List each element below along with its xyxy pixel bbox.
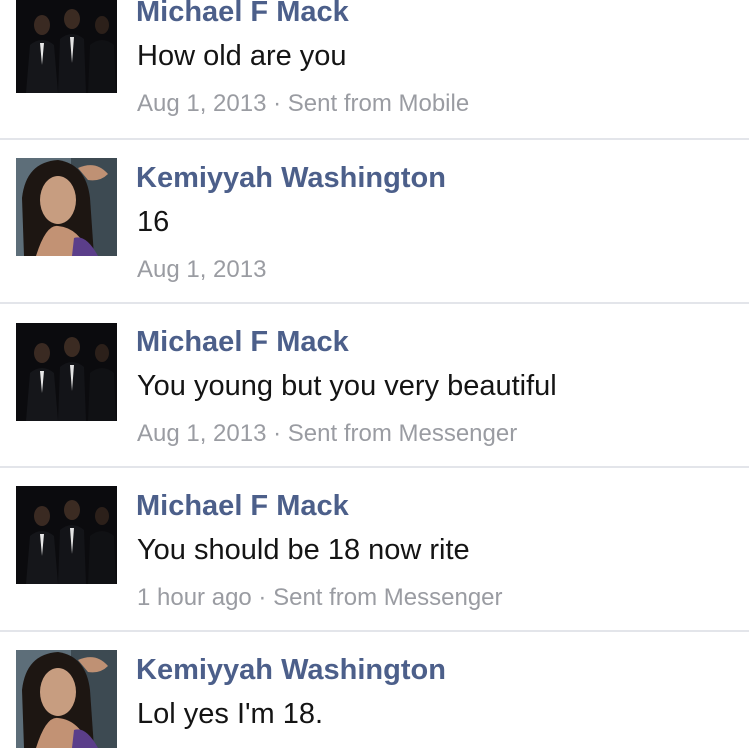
message-meta: 1 hour ago · Sent from Messenger bbox=[137, 584, 503, 612]
message-text: Lol yes I'm 18. bbox=[137, 698, 324, 730]
avatar-michael[interactable] bbox=[16, 0, 117, 93]
sender-name[interactable]: Michael F Mack bbox=[136, 490, 349, 523]
message-item[interactable]: Michael F Mack How old are you Aug 1, 20… bbox=[0, 0, 749, 138]
message-text: You should be 18 now rite bbox=[137, 534, 470, 566]
meta-separator: · bbox=[251, 584, 274, 611]
message-source: Sent from Messenger bbox=[273, 584, 503, 611]
message-item[interactable]: Kemiyyah Washington 16 Aug 1, 2013 bbox=[0, 140, 749, 302]
message-meta: Aug 1, 2013 · Sent from Mobile bbox=[137, 90, 469, 118]
avatar-kemiyyah[interactable] bbox=[16, 158, 117, 256]
message-text: 16 bbox=[137, 206, 170, 238]
message-source: Sent from Messenger bbox=[287, 420, 518, 447]
avatar-kemiyyah[interactable] bbox=[16, 650, 117, 748]
avatar-michael[interactable] bbox=[16, 486, 117, 584]
message-source: Sent from Mobile bbox=[287, 90, 470, 117]
message-meta: Aug 1, 2013 bbox=[137, 256, 266, 284]
sender-name[interactable]: Kemiyyah Washington bbox=[136, 162, 446, 195]
message-item[interactable]: Michael F Mack You young but you very be… bbox=[0, 304, 749, 466]
meta-separator: · bbox=[266, 420, 288, 447]
avatar-michael[interactable] bbox=[16, 323, 117, 421]
message-meta: Aug 1, 2013 · Sent from Messenger bbox=[137, 420, 517, 448]
message-time: Aug 1, 2013 bbox=[137, 420, 267, 447]
message-text: You young but you very beautiful bbox=[137, 370, 557, 402]
message-item[interactable]: Michael F Mack You should be 18 now rite… bbox=[0, 468, 749, 630]
sender-name[interactable]: Michael F Mack bbox=[136, 326, 349, 359]
message-text: How old are you bbox=[137, 40, 347, 72]
sender-name[interactable]: Michael F Mack bbox=[136, 0, 349, 29]
message-time: Aug 1, 2013 bbox=[137, 256, 267, 283]
sender-name[interactable]: Kemiyyah Washington bbox=[136, 654, 446, 687]
message-time: 1 hour ago bbox=[137, 584, 252, 611]
message-time: Aug 1, 2013 bbox=[137, 90, 267, 117]
meta-separator: · bbox=[266, 90, 288, 117]
message-item[interactable]: Kemiyyah Washington Lol yes I'm 18. bbox=[0, 632, 749, 749]
message-thread: Michael F Mack How old are you Aug 1, 20… bbox=[0, 0, 749, 749]
